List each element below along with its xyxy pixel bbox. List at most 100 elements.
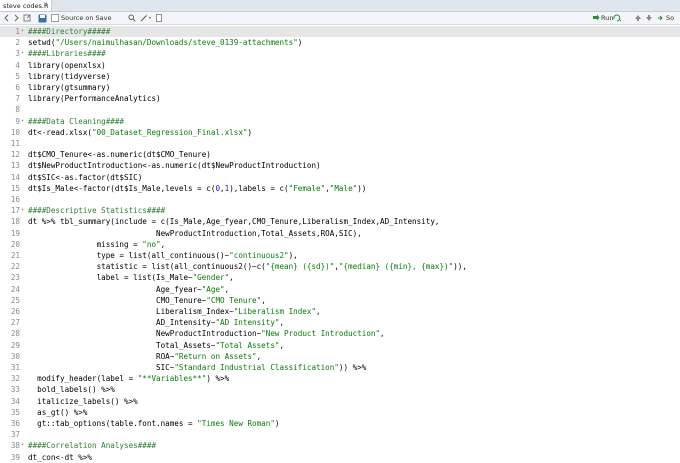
code-line[interactable]: 2 setwd("/Users/naimulhasan/Downloads/ste… — [0, 37, 680, 48]
line-number: 19 — [10, 228, 20, 238]
code-token: ) — [274, 419, 280, 428]
source-on-save-label[interactable]: Source on Save — [61, 13, 112, 23]
compile-report-icon[interactable] — [155, 13, 163, 23]
fold-toggle-icon[interactable]: ▾ — [21, 440, 24, 451]
code-token: , — [380, 329, 385, 339]
code-text: italicize_labels() %>% — [28, 396, 138, 407]
show-in-window-icon[interactable] — [23, 13, 31, 23]
line-number: 7 — [15, 94, 20, 104]
code-line[interactable]: 35 as_gt() %>% — [0, 407, 680, 418]
code-tools-wand-icon[interactable] — [140, 13, 152, 23]
line-number: 30 — [10, 351, 20, 361]
run-button[interactable]: Run — [592, 13, 613, 23]
code-line[interactable]: 22 statistic = list(all_continuous2()~c(… — [0, 261, 680, 272]
line-number: 37 — [10, 430, 20, 440]
code-token: dt$SIC<-as.factor(dt$SIC) — [28, 172, 143, 182]
code-line[interactable]: 15 dt$Is_Male<-factor(dt$Is_Male,levels =… — [0, 183, 680, 194]
code-line[interactable]: 4 library(openxlsx) — [0, 60, 680, 71]
code-line[interactable]: 7 library(PerformanceAnalytics) — [0, 93, 680, 104]
code-line[interactable]: 28 NewProductIntroduction~"New Product I… — [0, 328, 680, 339]
code-line[interactable]: 24 Age_fyear~"Age", — [0, 284, 680, 295]
code-text: modify_header(label = "**Variables**") %… — [28, 373, 229, 384]
forward-icon[interactable] — [12, 13, 20, 23]
code-token: CMO_Tenure~ — [28, 295, 207, 305]
line-number: 21 — [10, 251, 20, 260]
code-line[interactable]: 12 dt$CMO_Tenure<-as.numeric(dt$CMO_Tenur… — [0, 149, 680, 160]
code-line[interactable]: 3 ▾ ####Libraries#### — [0, 48, 680, 59]
code-token: Age_fyear~ — [28, 284, 202, 294]
code-token: SIC~ — [28, 363, 175, 372]
line-number: 13 — [10, 161, 20, 171]
code-line[interactable]: 25 CMO_Tenure~"CMO Tenure", — [0, 295, 680, 306]
code-line[interactable]: 8 — [0, 104, 680, 115]
code-text: AD_Intensity~"AD Intensity", — [28, 317, 284, 328]
code-line[interactable]: 30 ROA~"Return on Assets", — [0, 351, 680, 362]
line-number: 35 — [10, 407, 20, 417]
code-line[interactable]: 31 SIC~"Standard Industrial Classificati… — [0, 362, 680, 373]
code-line[interactable]: 11 — [0, 138, 680, 149]
code-line[interactable]: 21 type = list(all_continuous()~"continu… — [0, 250, 680, 261]
code-line[interactable]: 32 modify_header(label = "**Variables**"… — [0, 373, 680, 384]
tab-steve-codes[interactable]: steve codes.R ✕ — [0, 0, 52, 11]
line-number: 3 — [15, 49, 20, 59]
source-label: So — [666, 14, 675, 22]
line-number: 14 — [10, 172, 20, 182]
line-number: 25 — [10, 295, 20, 305]
code-line[interactable]: 23 label = list(Is_Male~"Gender", — [0, 272, 680, 283]
rerun-icon[interactable] — [612, 13, 622, 23]
code-editor[interactable]: 1 ▾ ####Directory##### 2 setwd("/Users/naimu… — [0, 25, 680, 462]
line-number: 8 — [15, 105, 20, 115]
save-icon[interactable] — [38, 13, 47, 23]
code-line[interactable]: 13 dt$NewProductIntroduction<-as.numeric(… — [0, 160, 680, 171]
code-token: , — [256, 351, 262, 361]
code-line[interactable]: 34 italicize_labels() %>% — [0, 396, 680, 407]
code-line[interactable]: 29 Total_Assets~"Total Assets", — [0, 340, 680, 351]
code-text: ####Libraries#### — [28, 48, 106, 59]
fold-toggle-icon[interactable]: ▾ — [21, 48, 24, 59]
search-icon[interactable] — [128, 13, 136, 23]
code-line[interactable]: 37 — [0, 429, 680, 440]
code-line[interactable]: 33 bold_labels() %>% — [0, 384, 680, 395]
code-line[interactable]: 39 dt_con<-dt %>% — [0, 452, 680, 463]
tab-bar: steve codes.R ✕ — [0, 0, 680, 12]
code-line[interactable]: 27 AD_Intensity~"AD Intensity", — [0, 317, 680, 328]
code-line[interactable]: 9 ▾ ####Data Cleaning#### — [0, 116, 680, 127]
code-line[interactable]: 18 dt %>% tbl_summary(include = c(Is_Male… — [0, 216, 680, 227]
code-token: italicize_labels() %>% — [28, 396, 138, 406]
code-text: statistic = list(all_continuous2()~c("{m… — [28, 261, 467, 272]
code-text: label = list(Is_Male~"Gender", — [28, 272, 234, 283]
line-number: 16 — [10, 195, 20, 204]
source-on-save-checkbox-icon[interactable] — [51, 13, 59, 23]
code-token: "{median} ({min}, {max})" — [338, 262, 454, 272]
code-line[interactable]: 14 dt$SIC<-as.factor(dt$SIC) — [0, 172, 680, 183]
code-line[interactable]: 17 ▾ ####Descriptive Statistics#### — [0, 205, 680, 216]
code-token: , — [261, 295, 266, 305]
back-icon[interactable] — [3, 13, 11, 23]
fold-toggle-icon[interactable]: ▾ — [21, 26, 24, 37]
code-token: "{mean} ({sd})" — [265, 262, 335, 272]
go-up-icon[interactable] — [634, 13, 642, 23]
fold-toggle-icon[interactable]: ▾ — [21, 116, 24, 127]
code-line[interactable]: 10 dt<-read.xlsx("00_Dataset_Regression_F… — [0, 127, 680, 138]
code-line[interactable]: 36 gt::tab_options(table.font.names = "T… — [0, 418, 680, 429]
code-line[interactable]: 20 missing = "no", — [0, 239, 680, 250]
code-line[interactable]: 38 ▾ ####Correlation Analyses#### — [0, 440, 680, 451]
code-text: dt_con<-dt %>% — [28, 452, 92, 463]
code-token: , — [316, 307, 321, 316]
code-line[interactable]: 26 Liberalism_Index~"Liberalism Index", — [0, 306, 680, 317]
code-line[interactable]: 19 NewProductIntroduction,Total_Assets,R… — [0, 228, 680, 239]
code-line[interactable]: 5 library(tidyverse) — [0, 71, 680, 82]
code-line[interactable]: 16 — [0, 194, 680, 205]
line-number: 36 — [10, 419, 20, 428]
source-button[interactable]: So — [657, 13, 674, 23]
code-token: ) — [247, 127, 253, 137]
code-line[interactable]: 6 library(gtsummary) — [0, 82, 680, 93]
code-token: ####Libraries#### — [28, 49, 106, 59]
code-token: AD_Intensity~ — [28, 318, 216, 328]
close-tab-icon[interactable]: ✕ — [43, 1, 48, 8]
line-number: 10 — [10, 127, 20, 137]
go-down-icon[interactable] — [645, 13, 653, 23]
code-token: "Return on Assets" — [174, 351, 257, 361]
fold-toggle-icon[interactable]: ▾ — [21, 205, 24, 216]
code-line[interactable]: 1 ▾ ####Directory##### — [0, 26, 680, 38]
